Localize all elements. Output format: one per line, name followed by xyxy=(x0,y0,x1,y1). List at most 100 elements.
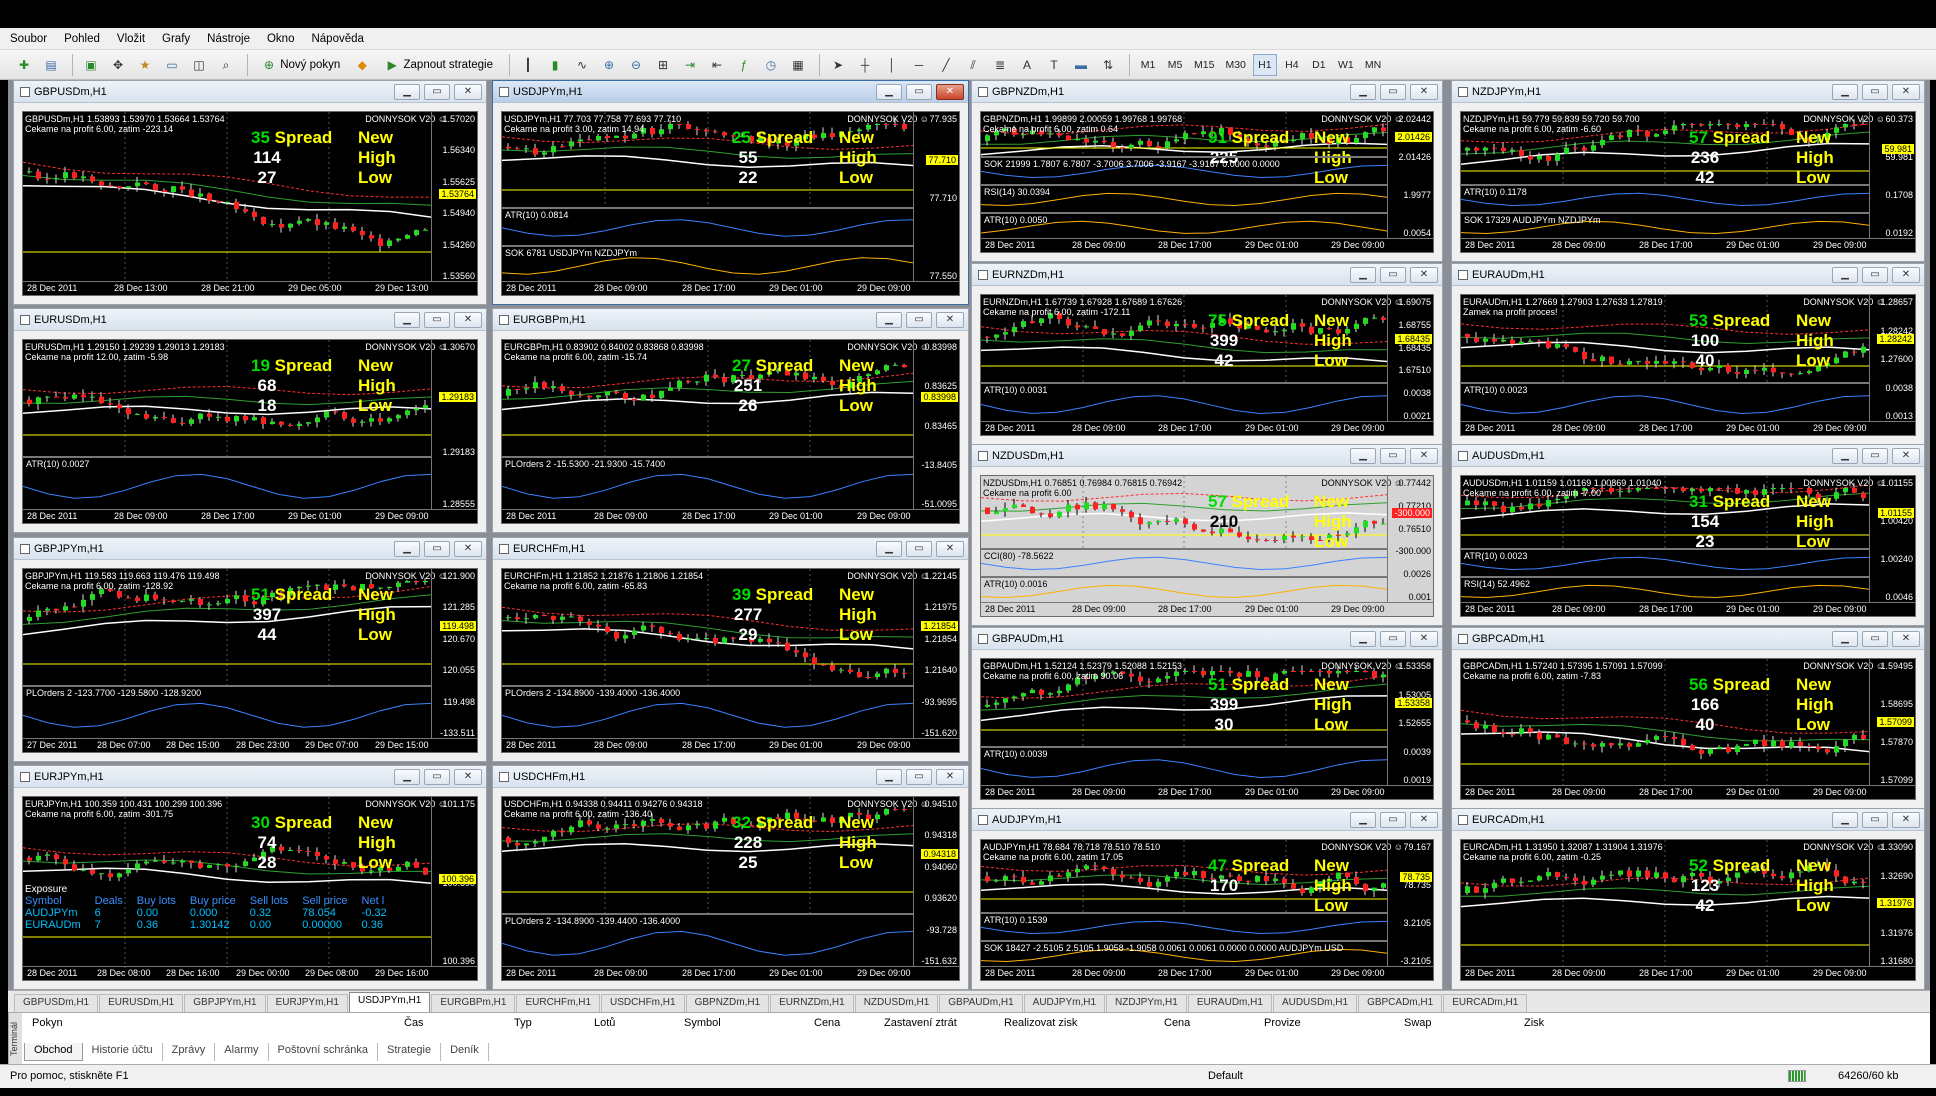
maximize-button[interactable]: ▭ xyxy=(1862,266,1888,283)
minimize-button[interactable]: ▁ xyxy=(876,311,902,328)
close-button[interactable]: ✕ xyxy=(1892,447,1920,464)
window-title-bar[interactable]: USDJPYm,H1 ▁ ▭ ✕ xyxy=(493,81,968,103)
terminal-column-header[interactable]: Provize xyxy=(1264,1017,1301,1029)
terminal-column-header[interactable]: Cena xyxy=(1164,1017,1190,1029)
minimize-button[interactable]: ▁ xyxy=(394,83,420,100)
maximize-button[interactable]: ▭ xyxy=(1862,83,1888,100)
maximize-button[interactable]: ▭ xyxy=(1380,266,1406,283)
time-axis[interactable]: 28 Dec 2011 28 Dec 09:00 28 Dec 17:00 29 De… xyxy=(981,238,1433,252)
price-axis[interactable]: 1.330901.326901.323001.319761.316801.319… xyxy=(1869,840,1915,966)
crosshair-button[interactable]: ┼ xyxy=(853,54,877,76)
time-axis[interactable]: 28 Dec 2011 28 Dec 09:00 28 Dec 17:00 29 De… xyxy=(1461,421,1915,435)
maximize-button[interactable]: ▭ xyxy=(906,768,932,785)
pane-separator[interactable] xyxy=(1461,576,1869,578)
minimize-button[interactable]: ▁ xyxy=(1832,447,1858,464)
pane-separator[interactable] xyxy=(1461,184,1869,186)
terminal-column-header[interactable]: Zastavení ztrát xyxy=(884,1017,957,1029)
pane-separator[interactable] xyxy=(502,245,913,247)
shapes-button[interactable]: ▬ xyxy=(1069,54,1093,76)
timeframe-w1-button[interactable]: W1 xyxy=(1334,54,1358,76)
chart-tab-audusdm[interactable]: AUDUSDm,H1 xyxy=(1272,994,1358,1012)
window-title-bar[interactable]: EURAUDm,H1 ▁ ▭ ✕ xyxy=(1452,264,1924,286)
minimize-button[interactable]: ▁ xyxy=(876,83,902,100)
fibo-button[interactable]: ≣ xyxy=(988,54,1012,76)
chart-tab-usdjpym[interactable]: USDJPYm,H1 xyxy=(348,992,431,1012)
chart-shift-button[interactable]: ⇤ xyxy=(705,54,729,76)
chart-tab-eurnzdm[interactable]: EURNZDm,H1 xyxy=(770,994,854,1012)
maximize-button[interactable]: ▭ xyxy=(424,768,450,785)
window-title-bar[interactable]: AUDJPYm,H1 ▁ ▭ ✕ xyxy=(972,809,1442,831)
chart-tab-nzdjpym[interactable]: NZDJPYm,H1 xyxy=(1106,994,1187,1012)
menu-item-2[interactable]: Vložit xyxy=(117,33,145,45)
text-button[interactable]: A xyxy=(1015,54,1039,76)
pane-separator[interactable] xyxy=(1461,548,1869,550)
terminal-column-header[interactable]: Swap xyxy=(1404,1017,1432,1029)
price-chart[interactable]: EURCHFm,H1 1.21852 1.21876 1.21806 1.218… xyxy=(501,568,960,753)
search-button[interactable]: ⌕ xyxy=(214,54,238,76)
terminal-tab-5[interactable]: Strategie xyxy=(378,1043,442,1061)
window-title-bar[interactable]: GBPCADm,H1 ▁ ▭ ✕ xyxy=(1452,628,1924,650)
price-axis[interactable]: 79.167 78.735 3.2105 -3.2105 78.735 xyxy=(1387,840,1433,966)
close-button[interactable]: ✕ xyxy=(1410,447,1438,464)
window-title-bar[interactable]: NZDUSDm,H1 ▁ ▭ ✕ xyxy=(972,445,1442,467)
window-title-bar[interactable]: GBPAUDm,H1 ▁ ▭ ✕ xyxy=(972,628,1442,650)
pane-separator[interactable] xyxy=(23,456,431,458)
chart-tab-usdchfm[interactable]: USDCHFm,H1 xyxy=(601,994,685,1012)
time-axis[interactable]: 28 Dec 2011 28 Dec 09:00 28 Dec 17:00 29 De… xyxy=(1461,785,1915,799)
minimize-button[interactable]: ▁ xyxy=(1832,811,1858,828)
price-axis[interactable]: 1.57020 1.56340 1.55625 1.54940 1.54260 1.535… xyxy=(431,112,477,281)
price-chart[interactable]: EURNZDm,H1 1.67739 1.67928 1.67689 1.676… xyxy=(980,294,1434,436)
maximize-button[interactable]: ▭ xyxy=(424,83,450,100)
pane-separator[interactable] xyxy=(1461,212,1869,214)
window-title-bar[interactable]: USDCHFm,H1 ▁ ▭ ✕ xyxy=(493,766,968,788)
terminal-tab-4[interactable]: Poštovní schránka xyxy=(269,1043,379,1061)
maximize-button[interactable]: ▭ xyxy=(1862,811,1888,828)
chart-tab-gbpcadm[interactable]: GBPCADm,H1 xyxy=(1358,994,1443,1012)
price-chart[interactable]: NZDJPYm,H1 59.779 59.839 59.720 59.700 Ce… xyxy=(1460,111,1916,253)
zoom-out-button[interactable]: ⊖ xyxy=(624,54,648,76)
terminal-column-header[interactable]: Realizovat zisk xyxy=(1004,1017,1077,1029)
price-chart[interactable]: GBPNZDm,H1 1.99899 2.00059 1.99768 1.997… xyxy=(980,111,1434,253)
time-axis[interactable]: 28 Dec 2011 28 Dec 13:00 28 Dec 21:00 29 De… xyxy=(23,281,477,295)
menu-item-3[interactable]: Grafy xyxy=(162,33,190,45)
periods-button[interactable]: ◷ xyxy=(759,54,783,76)
menu-item-5[interactable]: Okno xyxy=(267,33,295,45)
price-chart[interactable]: EURAUDm,H1 1.27669 1.27903 1.27633 1.278… xyxy=(1460,294,1916,436)
chart-tab-eurusdm[interactable]: EURUSDm,H1 xyxy=(99,994,184,1012)
time-axis[interactable]: 28 Dec 2011 28 Dec 09:00 28 Dec 17:00 29 De… xyxy=(1461,238,1915,252)
chart-tab-gbpusdm[interactable]: GBPUSDm,H1 xyxy=(14,994,99,1012)
market-watch-button[interactable]: ▣ xyxy=(79,54,103,76)
pane-separator[interactable] xyxy=(981,940,1387,942)
window-title-bar[interactable]: GBPNZDm,H1 ▁ ▭ ✕ xyxy=(972,81,1442,103)
time-axis[interactable]: 28 Dec 2011 28 Dec 09:00 28 Dec 17:00 29 De… xyxy=(23,509,477,523)
close-button[interactable]: ✕ xyxy=(936,540,964,557)
time-axis[interactable]: 28 Dec 2011 28 Dec 09:00 28 Dec 17:00 29 De… xyxy=(502,738,959,752)
price-chart[interactable]: GBPJPYm,H1 119.583 119.663 119.476 119.4… xyxy=(22,568,478,753)
terminal-column-header[interactable]: Typ xyxy=(514,1017,532,1029)
chart-tab-nzdusdm[interactable]: NZDUSDm,H1 xyxy=(854,994,939,1012)
window-title-bar[interactable]: AUDUSDm,H1 ▁ ▭ ✕ xyxy=(1452,445,1924,467)
price-chart[interactable]: AUDJPYm,H1 78.684 78.718 78.510 78.510 Ce… xyxy=(980,839,1434,981)
maximize-button[interactable]: ▭ xyxy=(1380,630,1406,647)
close-button[interactable]: ✕ xyxy=(454,83,482,100)
zoom-in-button[interactable]: ⊕ xyxy=(597,54,621,76)
price-chart[interactable]: EURGBPm,H1 0.83902 0.84002 0.83868 0.839… xyxy=(501,339,960,524)
window-title-bar[interactable]: GBPJPYm,H1 ▁ ▭ ✕ xyxy=(14,538,486,560)
tile-windows-button[interactable]: ⊞ xyxy=(651,54,675,76)
metaeditor-button[interactable]: ◆ xyxy=(350,54,374,76)
timeframe-m5-button[interactable]: M5 xyxy=(1163,54,1187,76)
price-axis[interactable]: 0.77442 0.77210 0.76510 -300.000 0.0026 0.001… xyxy=(1387,476,1433,602)
time-axis[interactable]: 28 Dec 2011 28 Dec 09:00 28 Dec 17:00 29 De… xyxy=(502,966,959,980)
price-axis[interactable]: 1.22145 1.21975 1.21854 1.21640 -93.9695 -151… xyxy=(913,569,959,738)
minimize-button[interactable]: ▁ xyxy=(1832,266,1858,283)
chart-tab-eurgbpm[interactable]: EURGBPm,H1 xyxy=(431,994,516,1012)
price-chart[interactable]: EURUSDm,H1 1.29150 1.29239 1.29013 1.291… xyxy=(22,339,478,524)
terminal-tab-2[interactable]: Zprávy xyxy=(163,1043,216,1061)
templates-button[interactable]: ▦ xyxy=(786,54,810,76)
label-button[interactable]: T xyxy=(1042,54,1066,76)
close-button[interactable]: ✕ xyxy=(454,311,482,328)
terminal-column-header[interactable]: Čas xyxy=(404,1017,424,1029)
window-title-bar[interactable]: NZDJPYm,H1 ▁ ▭ ✕ xyxy=(1452,81,1924,103)
tester-button[interactable]: ◫ xyxy=(187,54,211,76)
cursor-button[interactable]: ➤ xyxy=(826,54,850,76)
